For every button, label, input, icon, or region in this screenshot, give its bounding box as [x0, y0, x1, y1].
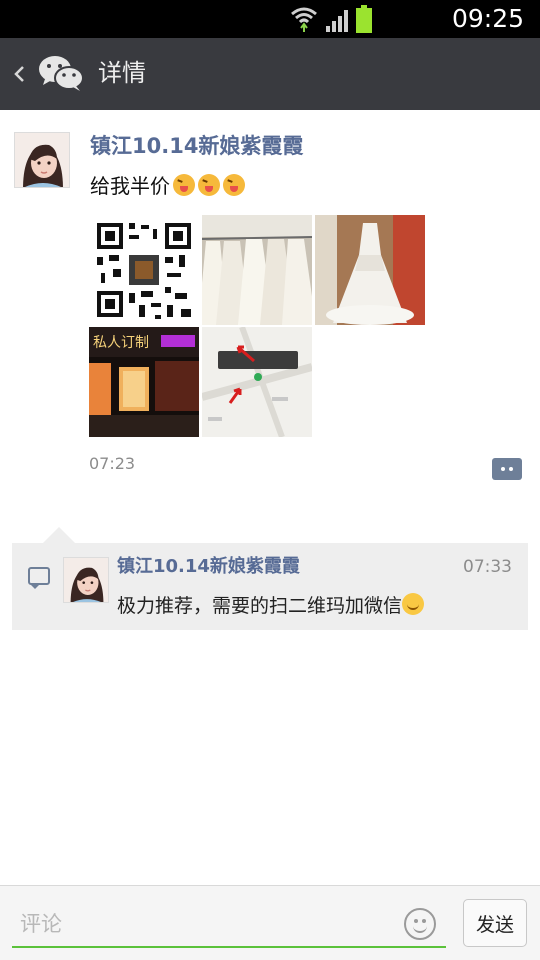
- qr-code-image: [89, 215, 199, 325]
- map-screenshot-image: [202, 327, 312, 437]
- back-button[interactable]: [8, 58, 32, 90]
- battery-icon: [356, 5, 372, 33]
- chevron-left-icon: [14, 66, 24, 82]
- storefront-night-image: 私人订制: [89, 327, 199, 437]
- wedding-dress-rack-image: [202, 215, 312, 325]
- app-bar: 详情: [0, 38, 540, 110]
- post-text-content: 给我半价: [90, 174, 170, 198]
- comment-icon: [28, 567, 50, 585]
- wedding-gown-image: [315, 215, 425, 325]
- tongue-emoji-icon: [173, 174, 195, 196]
- comment-text: 极力推荐，需要的扫二维玛加微信: [117, 592, 425, 620]
- wedding-gown-photo[interactable]: [315, 215, 425, 325]
- comment-time: 07:33: [463, 557, 512, 577]
- avatar-image: [64, 558, 108, 602]
- avatar[interactable]: [14, 132, 70, 188]
- tongue-emoji-icon: [198, 174, 220, 196]
- avatar-image: [15, 133, 69, 187]
- wechat-icon: [39, 56, 84, 91]
- page-title: 详情: [98, 59, 146, 87]
- post-time: 07:23: [89, 454, 136, 473]
- svg-text:私人订制: 私人订制: [93, 335, 149, 351]
- qr-code-photo[interactable]: [89, 215, 199, 325]
- comment-input-bar: 发送: [0, 885, 540, 960]
- comment-pointer: [43, 527, 75, 543]
- status-time: 09:25: [451, 4, 524, 33]
- comment-author[interactable]: 镇江10.14新娘紫霞霞: [117, 555, 300, 579]
- send-button[interactable]: 发送: [463, 899, 527, 947]
- wedding-dress-rack-photo[interactable]: [202, 215, 312, 325]
- smile-emoji-icon: [402, 593, 425, 615]
- tongue-emoji-icon: [223, 174, 245, 196]
- comment-avatar[interactable]: [63, 557, 109, 603]
- comment-list: 镇江10.14新娘紫霞霞 07:33 极力推荐，需要的扫二维玛加微信: [12, 543, 528, 630]
- wifi-icon: [291, 7, 317, 32]
- storefront-night-photo[interactable]: 私人订制: [89, 327, 199, 437]
- comment-action-button[interactable]: [492, 458, 522, 480]
- map-screenshot-photo[interactable]: [202, 327, 312, 437]
- signal-icon: [326, 10, 348, 32]
- comment-text-content: 极力推荐，需要的扫二维玛加微信: [117, 595, 403, 617]
- author-name[interactable]: 镇江10.14新娘紫霞霞: [90, 132, 303, 160]
- status-bar: 09:25: [0, 0, 540, 38]
- emoji-picker-button[interactable]: [404, 908, 436, 940]
- comment-input[interactable]: [12, 902, 446, 948]
- post-text: 给我半价: [90, 172, 245, 200]
- status-icons: [291, 5, 372, 33]
